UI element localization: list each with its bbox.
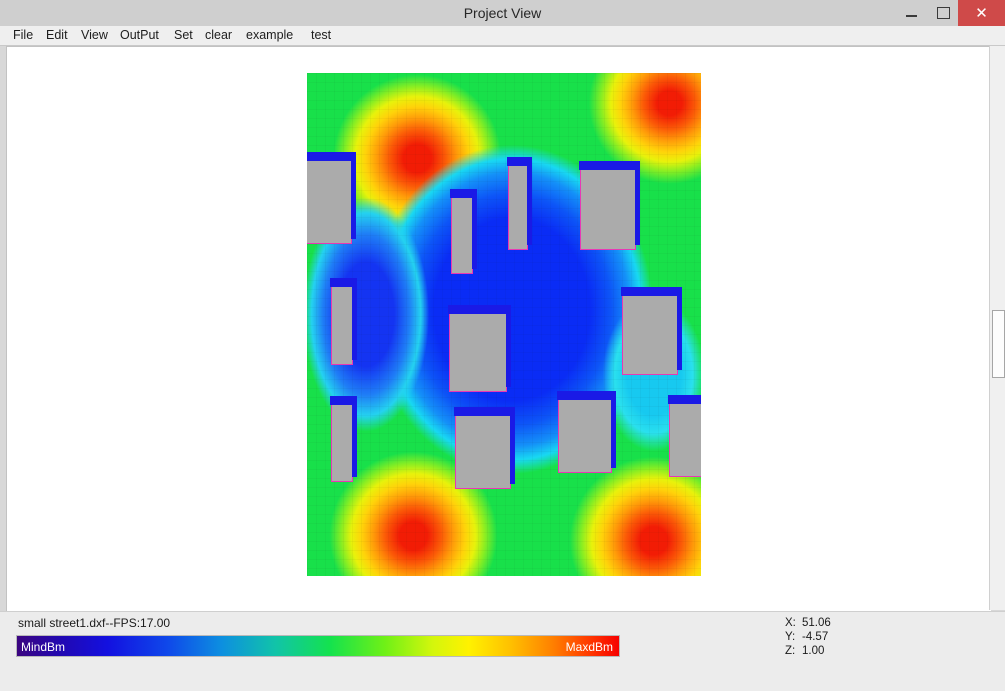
coordinate-row-y: Y: -4.57 [785, 630, 831, 644]
project-canvas-area[interactable] [6, 46, 991, 612]
coordinate-label-y: Y: [785, 631, 796, 643]
menu-item-example[interactable]: example [241, 26, 298, 45]
menu-item-output[interactable]: OutPut [115, 26, 164, 45]
building-footprint[interactable] [668, 395, 701, 477]
window-title: Project View [463, 5, 542, 21]
building-footprint[interactable] [330, 278, 357, 365]
coordinate-row-x: X: 51.06 [785, 616, 831, 630]
cursor-coordinates: X: 51.06 Y: -4.57 Z: 1.00 [785, 616, 831, 658]
building-footprint[interactable] [450, 189, 477, 274]
building-footprint[interactable] [579, 161, 640, 250]
building-footprint[interactable] [448, 305, 511, 392]
vertical-scrollbar-thumb[interactable] [992, 310, 1005, 378]
building-footprint[interactable] [507, 157, 532, 250]
close-button[interactable]: ✕ [958, 0, 1005, 26]
coordinate-label-z: Z: [785, 645, 796, 657]
status-file-label: small street1.dxf--FPS:17.00 [18, 616, 171, 630]
menu-item-file[interactable]: File [8, 26, 38, 45]
coordinate-value-y: -4.57 [802, 631, 829, 643]
menu-item-test[interactable]: test [306, 26, 336, 45]
building-footprint[interactable] [330, 396, 357, 482]
maximize-icon [936, 7, 950, 19]
menu-item-edit[interactable]: Edit [41, 26, 73, 45]
menu-item-view[interactable]: View [76, 26, 113, 45]
close-icon: ✕ [975, 4, 988, 22]
building-footprint[interactable] [307, 152, 356, 244]
menu-bar: File Edit View OutPut Set clear example … [0, 26, 1005, 46]
status-bar: small street1.dxf--FPS:17.00 MindBm Maxd… [0, 611, 1005, 691]
colorbar-min-label: MindBm [21, 640, 66, 654]
coordinate-value-z: 1.00 [802, 645, 825, 657]
menu-item-clear[interactable]: clear [200, 26, 237, 45]
application-window: Project View ✕ File Edit View OutPut Set… [0, 0, 1005, 691]
colorbar-max-label: MaxdBm [565, 640, 613, 654]
building-footprint[interactable] [621, 287, 682, 375]
title-bar: Project View ✕ [0, 0, 1005, 27]
building-footprint[interactable] [454, 407, 515, 489]
coordinate-value-x: 51.06 [802, 617, 831, 629]
menu-item-set[interactable]: Set [169, 26, 198, 45]
signal-colorbar: MindBm MaxdBm [16, 635, 620, 657]
maximize-button[interactable] [928, 0, 958, 26]
minimize-button[interactable] [896, 0, 926, 26]
vertical-scrollbar[interactable] [989, 46, 1005, 610]
coordinate-label-x: X: [785, 617, 796, 629]
signal-heatmap[interactable] [307, 73, 701, 576]
coordinate-row-z: Z: 1.00 [785, 644, 831, 658]
minimize-icon [905, 15, 917, 17]
building-footprint[interactable] [557, 391, 616, 473]
